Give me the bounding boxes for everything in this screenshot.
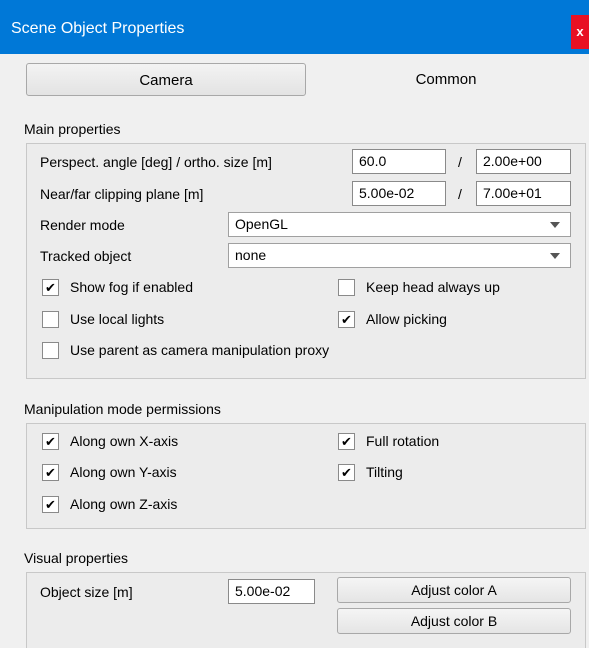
- tracked-object-value: none: [235, 247, 267, 263]
- along-z-label: Along own Z-axis: [70, 496, 178, 512]
- object-size-label: Object size [m]: [40, 584, 133, 600]
- main-properties-label: Main properties: [24, 121, 121, 137]
- ortho-size-input[interactable]: 2.00e+00: [476, 149, 571, 174]
- far-clipping-input[interactable]: 7.00e+01: [476, 181, 571, 206]
- render-mode-label: Render mode: [40, 217, 125, 233]
- along-x-label: Along own X-axis: [70, 433, 179, 449]
- manipulation-panel: ✔ Along own X-axis ✔ Full rotation ✔ Alo…: [26, 423, 586, 529]
- keep-head-up-label: Keep head always up: [366, 279, 500, 295]
- perspective-angle-input[interactable]: 60.0: [352, 149, 446, 174]
- full-rotation-label: Full rotation: [366, 433, 440, 449]
- tracked-object-select[interactable]: none: [228, 243, 571, 268]
- full-rotation-checkbox[interactable]: ✔: [338, 433, 355, 450]
- close-button[interactable]: x: [571, 15, 589, 49]
- clipping-label: Near/far clipping plane [m]: [40, 186, 204, 202]
- render-mode-select[interactable]: OpenGL: [228, 212, 571, 237]
- use-parent-proxy-checkbox[interactable]: [42, 342, 59, 359]
- along-x-checkbox[interactable]: ✔: [42, 433, 59, 450]
- tilting-checkbox[interactable]: ✔: [338, 464, 355, 481]
- adjust-color-a-button[interactable]: Adjust color A: [337, 577, 571, 603]
- use-parent-proxy-label: Use parent as camera manipulation proxy: [70, 342, 330, 358]
- clipping-separator: /: [458, 186, 462, 202]
- window-title: Scene Object Properties: [11, 20, 185, 37]
- allow-picking-label: Allow picking: [366, 311, 447, 327]
- adjust-color-b-button[interactable]: Adjust color B: [337, 608, 571, 634]
- near-clipping-input[interactable]: 5.00e-02: [352, 181, 446, 206]
- show-fog-checkbox[interactable]: ✔: [42, 279, 59, 296]
- perspective-separator: /: [458, 154, 462, 170]
- tilting-label: Tilting: [366, 464, 403, 480]
- use-local-lights-label: Use local lights: [70, 311, 165, 327]
- show-fog-label: Show fog if enabled: [70, 279, 193, 295]
- tab-camera[interactable]: Camera: [26, 63, 306, 96]
- chevron-down-icon: [550, 253, 560, 259]
- tracked-object-label: Tracked object: [40, 248, 132, 264]
- along-y-label: Along own Y-axis: [70, 464, 177, 480]
- visual-panel: Object size [m] 5.00e-02 Adjust color A …: [26, 572, 586, 648]
- keep-head-up-checkbox[interactable]: [338, 279, 355, 296]
- manipulation-section-label: Manipulation mode permissions: [24, 401, 221, 417]
- along-z-checkbox[interactable]: ✔: [42, 496, 59, 513]
- allow-picking-checkbox[interactable]: ✔: [338, 311, 355, 328]
- chevron-down-icon: [550, 222, 560, 228]
- title-bar: Scene Object Properties x: [0, 0, 589, 54]
- tab-common[interactable]: Common: [306, 63, 586, 96]
- along-y-checkbox[interactable]: ✔: [42, 464, 59, 481]
- main-properties-panel: Perspect. angle [deg] / ortho. size [m] …: [26, 143, 586, 379]
- object-size-input[interactable]: 5.00e-02: [228, 579, 315, 604]
- render-mode-value: OpenGL: [235, 216, 288, 232]
- visual-section-label: Visual properties: [24, 550, 129, 566]
- perspective-label: Perspect. angle [deg] / ortho. size [m]: [40, 154, 272, 170]
- use-local-lights-checkbox[interactable]: [42, 311, 59, 328]
